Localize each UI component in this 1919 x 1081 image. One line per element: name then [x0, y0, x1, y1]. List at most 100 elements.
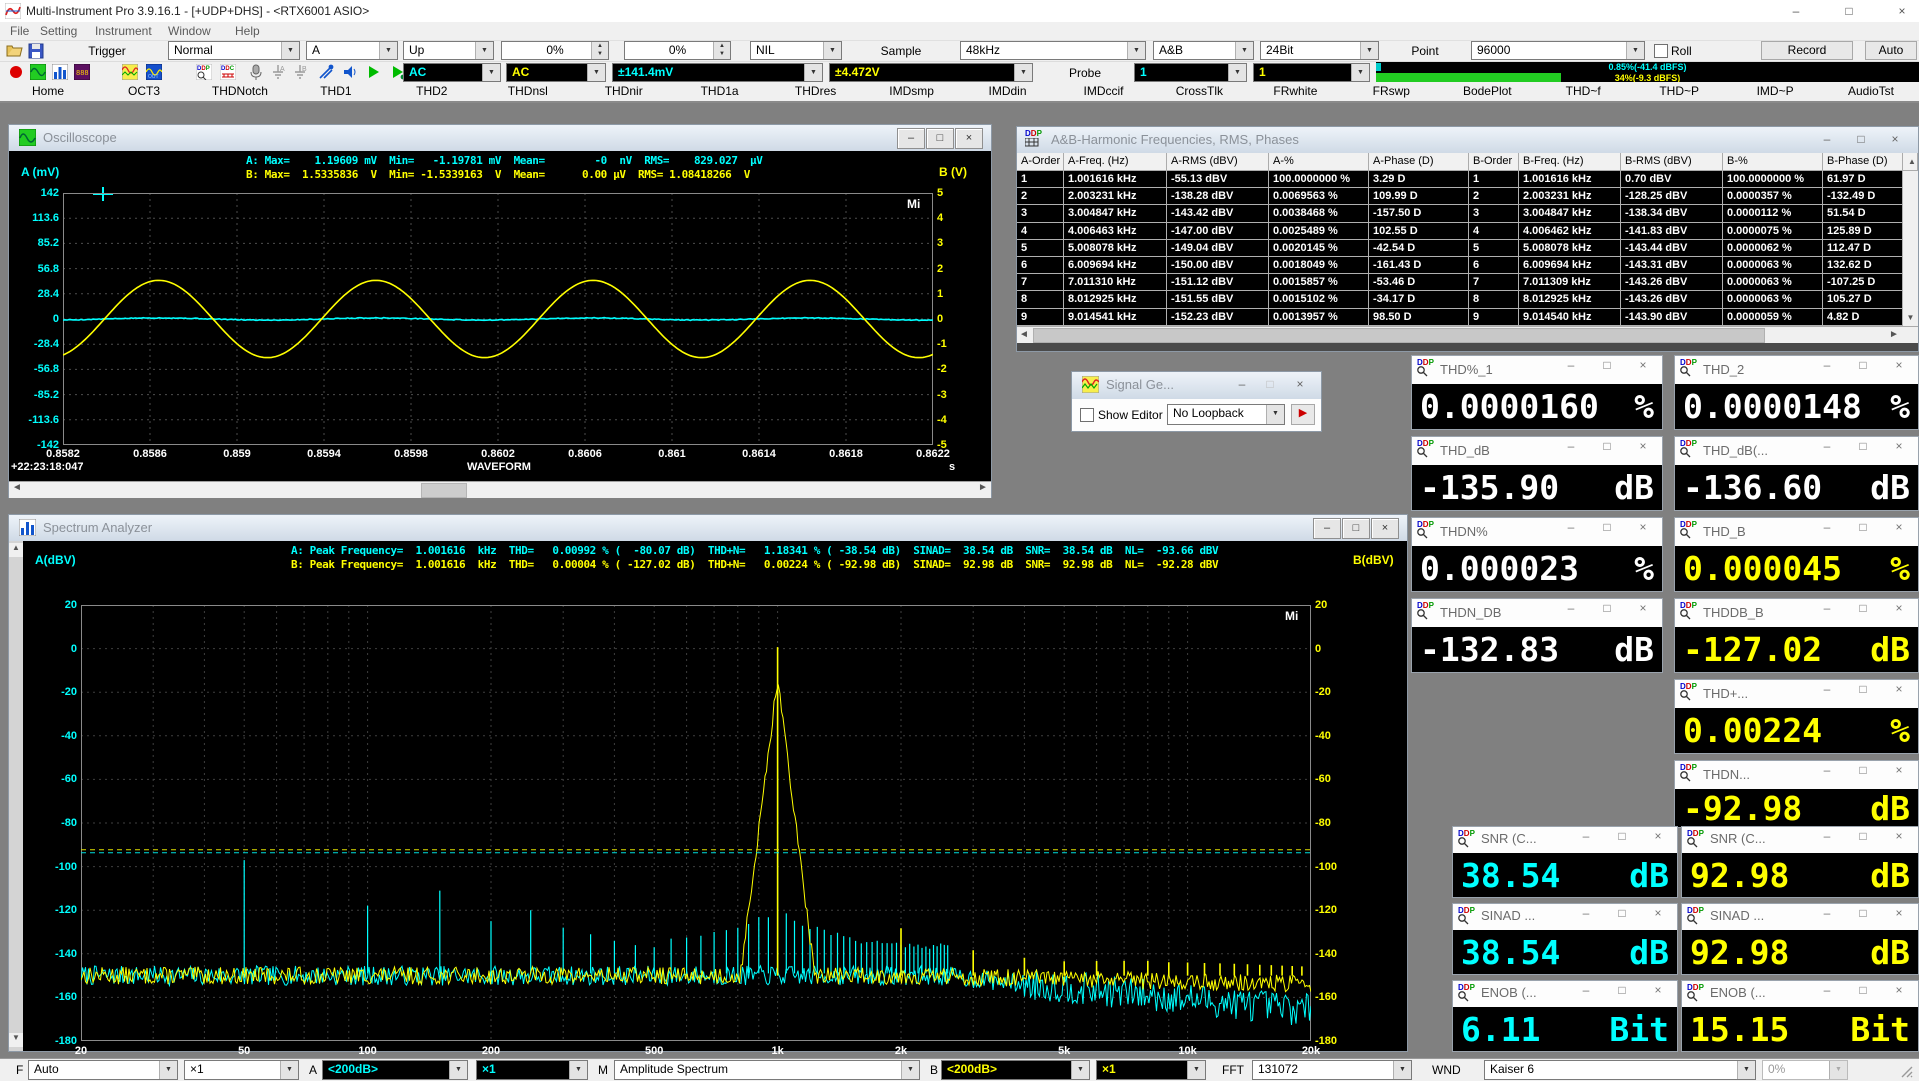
harmonics-cell[interactable]: 4.006463 kHz [1064, 223, 1167, 240]
dropdown-arrow-icon[interactable]: ▼ [1187, 1061, 1205, 1079]
close-button[interactable]: × [1886, 829, 1912, 843]
multimeter-icon[interactable]: 888 [74, 64, 90, 80]
meter-titlebar[interactable]: DDPSINAD ...–□× [1682, 904, 1918, 931]
trigger-mode-combo[interactable]: Normal▼ [168, 41, 300, 60]
dropdown-arrow-icon[interactable]: ▼ [804, 64, 822, 81]
ddp-viewer-icon[interactable]: DDP [196, 64, 212, 80]
close-button[interactable]: × [1285, 376, 1315, 394]
dropdown-arrow-icon[interactable]: ▼ [159, 1061, 177, 1079]
close-button[interactable]: × [1886, 439, 1912, 453]
minimize-button[interactable]: – [1814, 601, 1840, 615]
close-button[interactable]: × [1886, 983, 1912, 997]
output-icon[interactable]: OUT [146, 64, 162, 80]
maximize-button[interactable]: □ [1850, 439, 1876, 453]
tab-thd~p[interactable]: THD~P [1631, 84, 1727, 98]
harmonics-cell[interactable]: 98.50 D [1369, 309, 1469, 326]
loopback-combo[interactable]: No Loopback▼ [1167, 404, 1285, 425]
harmonics-cell[interactable]: 3 [1469, 205, 1519, 222]
oscilloscope-icon[interactable] [30, 64, 46, 80]
window-function-combo[interactable]: Kaiser 6▼ [1484, 1060, 1756, 1080]
scroll-down-icon[interactable]: ▼ [1903, 309, 1918, 326]
harmonics-cell[interactable]: -42.54 D [1369, 240, 1469, 257]
harmonics-cell[interactable]: 0.0000357 % [1723, 188, 1823, 205]
meter-titlebar[interactable]: DDPTHDN...–□× [1675, 761, 1918, 790]
record-button[interactable]: Record [1761, 41, 1853, 60]
minimize-button[interactable]: – [1558, 439, 1584, 453]
tab-imdccif[interactable]: IMDccif [1056, 84, 1152, 98]
spinner-arrows-icon[interactable]: ▲▼ [713, 42, 730, 59]
harmonics-cell[interactable]: 6.009694 kHz [1064, 257, 1167, 274]
close-button[interactable]: × [1886, 358, 1912, 372]
record-length-combo[interactable]: 96000▼ [1471, 41, 1645, 60]
spinner-arrows-icon[interactable]: ▲▼ [591, 42, 608, 59]
roll-checkbox[interactable] [1654, 44, 1668, 58]
harmonics-cell[interactable]: -152.23 dBV [1167, 309, 1269, 326]
spectrum-titlebar[interactable]: Spectrum Analyzer – □ × [9, 515, 1407, 542]
tab-thdnsl[interactable]: THDnsl [480, 84, 576, 98]
trigger-source-combo[interactable]: A▼ [306, 41, 398, 60]
harmonics-col-header[interactable]: B-Freq. (Hz) [1519, 153, 1621, 171]
dropdown-arrow-icon[interactable]: ▼ [1071, 1061, 1089, 1079]
tab-frswp[interactable]: FRswp [1343, 84, 1439, 98]
tab-thdres[interactable]: THDres [768, 84, 864, 98]
dropdown-arrow-icon[interactable]: ▼ [379, 42, 397, 59]
scrollbar-thumb[interactable] [1033, 328, 1765, 343]
harmonics-cell[interactable]: 3.004847 kHz [1064, 205, 1167, 222]
microphone-icon[interactable] [248, 64, 264, 80]
b-mult-combo[interactable]: ×1▼ [1096, 1060, 1206, 1080]
close-button[interactable]: × [1886, 682, 1912, 696]
harmonics-cell[interactable]: 100.0000000 % [1723, 171, 1823, 188]
generator-run-button[interactable]: ▶ [1291, 404, 1315, 425]
mode-combo[interactable]: Amplitude Spectrum▼ [614, 1060, 920, 1080]
coupling-a-combo[interactable]: AC▼ [403, 63, 501, 82]
harmonics-cell[interactable]: 0.0000059 % [1723, 309, 1823, 326]
maximize-button[interactable]: □ [1594, 439, 1620, 453]
close-button[interactable]: × [1886, 520, 1912, 534]
show-editor-checkbox[interactable] [1080, 408, 1094, 422]
sampling-channels-combo[interactable]: A&B▼ [1153, 41, 1254, 60]
harmonics-col-header[interactable]: A-Phase (D) [1369, 153, 1469, 171]
harmonics-cell[interactable]: -143.31 dBV [1621, 257, 1723, 274]
trigger-coupling-combo[interactable]: NIL▼ [750, 41, 842, 60]
dropdown-arrow-icon[interactable]: ▼ [280, 1061, 298, 1079]
harmonics-cell[interactable]: -149.04 dBV [1167, 240, 1269, 257]
minimize-button[interactable]: – [1814, 763, 1840, 777]
meter-titlebar[interactable]: DDPTHD_dB–□× [1412, 437, 1662, 466]
harmonics-cell[interactable]: 9.014541 kHz [1064, 309, 1167, 326]
harmonics-col-header[interactable]: B-Order [1469, 153, 1519, 171]
harmonics-cell[interactable]: 8.012925 kHz [1064, 291, 1167, 308]
tab-imdsmp[interactable]: IMDsmp [864, 84, 960, 98]
harmonics-cell[interactable]: 0.0018049 % [1269, 257, 1369, 274]
harmonics-cell[interactable]: 0.0000075 % [1723, 223, 1823, 240]
dropdown-arrow-icon[interactable]: ▼ [823, 42, 841, 59]
tab-bodeplot[interactable]: BodePlot [1439, 84, 1535, 98]
harmonics-col-header[interactable]: B-Phase (D) [1823, 153, 1903, 171]
probe-a-combo[interactable]: 1▼ [1134, 63, 1247, 82]
harmonics-cell[interactable]: 1.001616 kHz [1064, 171, 1167, 188]
harmonics-cell[interactable]: 0.0000112 % [1723, 205, 1823, 222]
meter-titlebar[interactable]: DDPTHDN%–□× [1412, 518, 1662, 547]
scroll-right-icon[interactable]: ► [1889, 329, 1899, 340]
harmonics-cell[interactable]: 0.0015102 % [1269, 291, 1369, 308]
a-range-combo[interactable]: <200dB>▼ [322, 1060, 468, 1080]
dropdown-arrow-icon[interactable]: ▼ [1626, 42, 1644, 59]
oscilloscope-titlebar[interactable]: Oscilloscope – □ × [9, 125, 991, 152]
harmonics-cell[interactable]: -143.26 dBV [1621, 274, 1723, 291]
dropdown-arrow-icon[interactable]: ▼ [569, 1061, 587, 1079]
meter-titlebar[interactable]: DDPENOB (...–□× [1682, 981, 1918, 1008]
harmonics-cell[interactable]: 7.011310 kHz [1064, 274, 1167, 291]
harmonics-cell[interactable]: 0.0013957 % [1269, 309, 1369, 326]
meter-titlebar[interactable]: DDPTHD_B–□× [1675, 518, 1918, 547]
dropdown-arrow-icon[interactable]: ▼ [1127, 42, 1145, 59]
maximize-button[interactable]: □ [1850, 601, 1876, 615]
tab-home[interactable]: Home [0, 84, 96, 98]
ddc-viewer-icon[interactable]: DDC [220, 64, 236, 80]
signal-generator-titlebar[interactable]: Signal Ge... – □ × [1072, 372, 1321, 400]
harmonics-cell[interactable]: -150.00 dBV [1167, 257, 1269, 274]
harmonics-col-header[interactable]: A-Order [1017, 153, 1064, 171]
maximize-button[interactable]: □ [926, 128, 954, 149]
harmonics-cell[interactable]: 5.008078 kHz [1064, 240, 1167, 257]
harmonics-cell[interactable]: 1 [1469, 171, 1519, 188]
scroll-left-icon[interactable]: ◄ [9, 482, 25, 498]
scroll-down-icon[interactable]: ▼ [9, 1033, 23, 1047]
